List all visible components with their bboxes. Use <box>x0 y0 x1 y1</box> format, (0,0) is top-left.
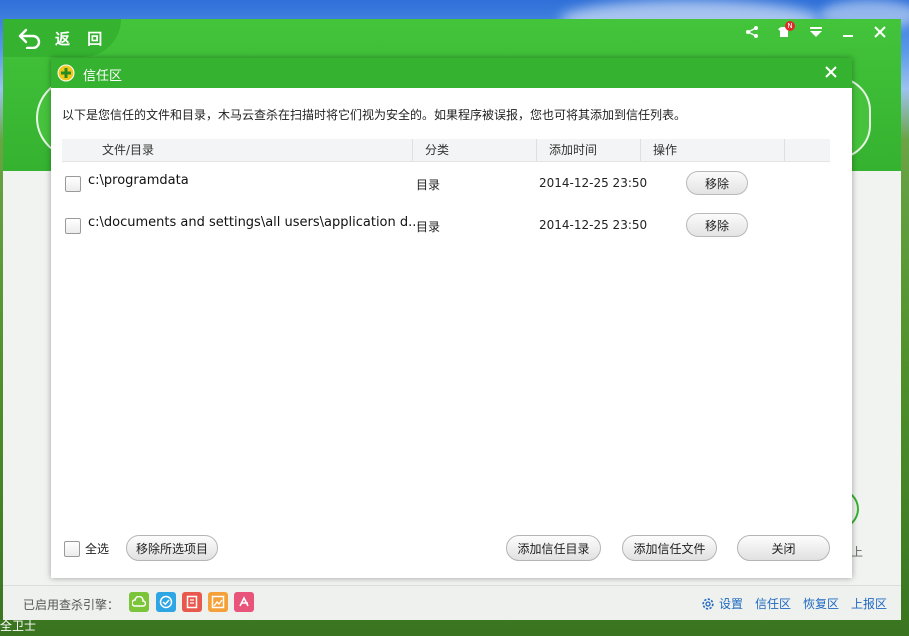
row-type: 目录 <box>416 220 441 234</box>
footer-links: 设置 信任区 恢复区 上报区 <box>701 595 887 612</box>
table-row: c:\documents and settings\all users\appl… <box>62 204 830 246</box>
app-footer: 已启用查杀引擎： 设置 信任区 恢复区 上报区 <box>3 585 901 620</box>
engines-label: 已启用查杀引擎： <box>23 598 120 612</box>
table-row: c:\programdata 目录 2014-12-25 23:50 移除 <box>62 162 830 204</box>
dialog-close-icon[interactable] <box>822 63 840 81</box>
skin-icon[interactable]: N <box>775 21 795 41</box>
close-button[interactable]: 关闭 <box>737 535 830 561</box>
settings-label: 设置 <box>718 597 743 611</box>
avira-engine-icon[interactable] <box>234 592 254 612</box>
column-header-time[interactable]: 添加时间 <box>537 139 641 161</box>
dialog-description: 以下是您信任的文件和目录，木马云查杀在扫描时将它们视为安全的。如果程序被误报，您… <box>62 108 687 122</box>
table-header: 文件/目录 分类 添加时间 操作 <box>62 139 830 162</box>
image-engine-icon[interactable] <box>208 592 228 612</box>
select-all-box[interactable] <box>64 540 80 557</box>
app-logo-icon <box>57 64 75 82</box>
cloud-engine-icon[interactable] <box>129 592 149 612</box>
close-icon[interactable] <box>871 23 889 41</box>
share-icon[interactable] <box>743 23 761 41</box>
row-time: 2014-12-25 23:50 <box>539 218 648 232</box>
add-trust-file-button[interactable]: 添加信任文件 <box>622 535 717 561</box>
restore-zone-link[interactable]: 恢复区 <box>803 595 839 612</box>
back-arrow-icon <box>18 28 41 49</box>
select-all-label: 全选 <box>85 542 110 556</box>
column-header-spacer <box>785 139 830 161</box>
column-header-type[interactable]: 分类 <box>413 139 537 161</box>
remove-button[interactable]: 移除 <box>686 213 748 237</box>
settings-link[interactable]: 设置 <box>701 595 743 612</box>
row-path: c:\programdata <box>88 173 189 188</box>
trust-zone-dialog: 信任区 以下是您信任的文件和目录，木马云查杀在扫描时将它们视为安全的。如果程序被… <box>51 58 852 578</box>
row-time: 2014-12-25 23:50 <box>539 176 648 190</box>
trust-list-table: 文件/目录 分类 添加时间 操作 c:\programdata 目录 2014-… <box>62 139 830 246</box>
new-badge: N <box>785 21 795 31</box>
window-controls: N <box>743 21 889 41</box>
report-zone-link[interactable]: 上报区 <box>851 595 887 612</box>
trust-zone-link[interactable]: 信任区 <box>755 595 791 612</box>
row-checkbox[interactable] <box>65 218 81 234</box>
select-all-checkbox[interactable]: 全选 <box>64 540 109 557</box>
dialog-title: 信任区 <box>83 69 123 84</box>
row-checkbox[interactable] <box>65 176 81 192</box>
gear-icon <box>702 597 714 610</box>
dialog-titlebar: 信任区 <box>51 58 852 88</box>
minimize-icon[interactable] <box>839 23 857 41</box>
add-trust-dir-button[interactable]: 添加信任目录 <box>506 535 601 561</box>
check-engine-icon[interactable] <box>156 592 176 612</box>
qvm-engine-icon[interactable] <box>182 592 202 612</box>
remove-button[interactable]: 移除 <box>686 171 748 195</box>
menu-icon[interactable] <box>807 23 825 41</box>
back-button[interactable]: 返 回 <box>3 19 121 57</box>
remove-selected-button[interactable]: 移除所选项目 <box>126 535 218 561</box>
row-type: 目录 <box>416 178 441 192</box>
background-text: 上 <box>851 545 864 559</box>
column-header-action[interactable]: 操作 <box>641 139 785 161</box>
row-path: c:\documents and settings\all users\appl… <box>88 215 421 230</box>
back-label: 返 回 <box>55 29 109 48</box>
column-header-path[interactable]: 文件/目录 <box>62 139 413 161</box>
